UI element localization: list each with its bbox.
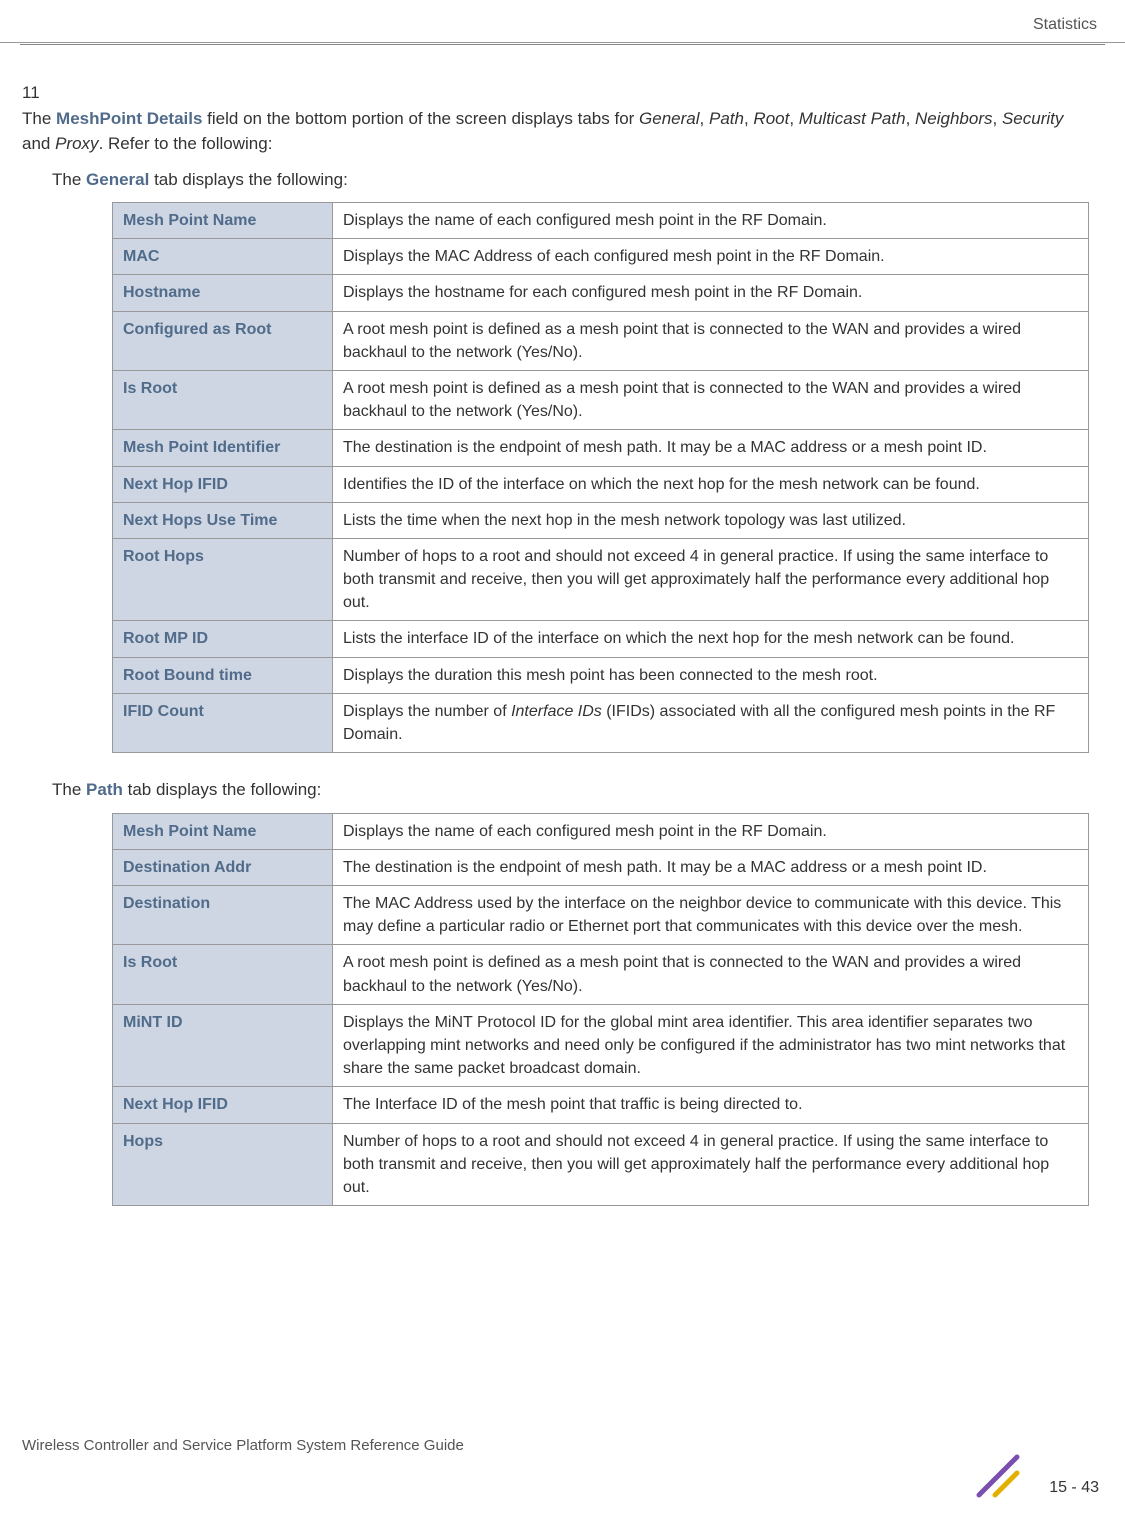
table-row-desc: A root mesh point is defined as a mesh p… — [333, 945, 1089, 1004]
table-row-label: Hops — [113, 1123, 333, 1206]
sep6: and — [22, 134, 55, 153]
table-row: Next Hop IFIDIdentifies the ID of the in… — [113, 466, 1089, 502]
intro-italic-general: General — [639, 109, 699, 128]
table-row-label: IFID Count — [113, 693, 333, 752]
table-row-label: Mesh Point Name — [113, 203, 333, 239]
table-row: HopsNumber of hops to a root and should … — [113, 1123, 1089, 1206]
intro-text-1b: field on the bottom portion of the scree… — [202, 109, 639, 128]
table-row: Is RootA root mesh point is defined as a… — [113, 945, 1089, 1004]
table-row-desc: Displays the name of each configured mes… — [333, 813, 1089, 849]
table-row: Mesh Point NameDisplays the name of each… — [113, 203, 1089, 239]
table-row: Destination AddrThe destination is the e… — [113, 849, 1089, 885]
sep3: , — [789, 109, 798, 128]
intro-italic-multicast: Multicast Path — [799, 109, 906, 128]
intro-text-1a: The — [22, 109, 56, 128]
table-row-desc: Number of hops to a root and should not … — [333, 1123, 1089, 1206]
table-row-desc: Lists the interface ID of the interface … — [333, 621, 1089, 657]
table-row-label: Next Hop IFID — [113, 1087, 333, 1123]
table-row: IFID CountDisplays the number of Interfa… — [113, 693, 1089, 752]
intro-italic-proxy: Proxy — [55, 134, 98, 153]
table-row-label: Root Hops — [113, 538, 333, 621]
intro-text-1c: . Refer to the following: — [99, 134, 273, 153]
intro-italic-security: Security — [1002, 109, 1063, 128]
bold-3: Path — [86, 780, 123, 799]
sep4: , — [906, 109, 915, 128]
text-3a: The — [52, 780, 86, 799]
table-row-label: Hostname — [113, 275, 333, 311]
intro-bold-1: MeshPoint Details — [56, 109, 202, 128]
table-row: HostnameDisplays the hostname for each c… — [113, 275, 1089, 311]
table-row-desc: Displays the MiNT Protocol ID for the gl… — [333, 1004, 1089, 1087]
text-2b: tab displays the following: — [149, 170, 347, 189]
table-row-desc: The MAC Address used by the interface on… — [333, 886, 1089, 945]
path-tab-intro: The Path tab displays the following: — [52, 777, 1103, 803]
list-body: The MeshPoint Details field on the botto… — [22, 106, 1069, 157]
table-row-label: MAC — [113, 239, 333, 275]
footer-logo-icon — [973, 1451, 1023, 1501]
table-row-label: Destination Addr — [113, 849, 333, 885]
sep1: , — [700, 109, 709, 128]
path-table: Mesh Point NameDisplays the name of each… — [112, 813, 1089, 1206]
list-number: 11 — [22, 80, 52, 106]
footer-page-number: 15 - 43 — [1049, 1479, 1099, 1497]
table-row: MACDisplays the MAC Address of each conf… — [113, 239, 1089, 275]
intro-italic-root: Root — [753, 109, 789, 128]
table-row-label: Configured as Root — [113, 311, 333, 370]
table-row: Mesh Point IdentifierThe destination is … — [113, 430, 1089, 466]
desc-part-a: Displays the number of — [343, 703, 511, 720]
table-row-label: Is Root — [113, 370, 333, 429]
table-row-desc: Displays the MAC Address of each configu… — [333, 239, 1089, 275]
table-row-desc: Identifies the ID of the interface on wh… — [333, 466, 1089, 502]
path-table-wrap: Mesh Point NameDisplays the name of each… — [112, 813, 1089, 1206]
general-table: Mesh Point NameDisplays the name of each… — [112, 202, 1089, 753]
sep5: , — [993, 109, 1002, 128]
table-row: DestinationThe MAC Address used by the i… — [113, 886, 1089, 945]
general-table-wrap: Mesh Point NameDisplays the name of each… — [112, 202, 1089, 753]
footer-text: Wireless Controller and Service Platform… — [22, 1437, 464, 1454]
header-divider — [20, 44, 1105, 45]
table-row: MiNT IDDisplays the MiNT Protocol ID for… — [113, 1004, 1089, 1087]
intro-italic-path: Path — [709, 109, 744, 128]
table-row-label: Next Hop IFID — [113, 466, 333, 502]
table-row: Root HopsNumber of hops to a root and sh… — [113, 538, 1089, 621]
sep2: , — [744, 109, 753, 128]
intro-paragraph: 11 The MeshPoint Details field on the bo… — [22, 80, 1103, 157]
intro-italic-neighbors: Neighbors — [915, 109, 993, 128]
table-row: Is RootA root mesh point is defined as a… — [113, 370, 1089, 429]
table-row-label: Root MP ID — [113, 621, 333, 657]
table-row-label: MiNT ID — [113, 1004, 333, 1087]
table-row-label: Is Root — [113, 945, 333, 1004]
table-row-desc: A root mesh point is defined as a mesh p… — [333, 311, 1089, 370]
table-row: Next Hop IFIDThe Interface ID of the mes… — [113, 1087, 1089, 1123]
table-row-desc: Displays the name of each configured mes… — [333, 203, 1089, 239]
table-row-label: Root Bound time — [113, 657, 333, 693]
table-row-label: Next Hops Use Time — [113, 502, 333, 538]
table-row-desc: The destination is the endpoint of mesh … — [333, 430, 1089, 466]
table-row: Configured as RootA root mesh point is d… — [113, 311, 1089, 370]
table-row-desc: Displays the number of Interface IDs (IF… — [333, 693, 1089, 752]
general-tab-intro: The General tab displays the following: — [52, 167, 1103, 193]
page-footer: Wireless Controller and Service Platform… — [22, 1437, 1103, 1497]
table-row: Root Bound timeDisplays the duration thi… — [113, 657, 1089, 693]
header-section-text: Statistics — [1033, 16, 1097, 33]
table-row: Root MP IDLists the interface ID of the … — [113, 621, 1089, 657]
table-row-desc: Lists the time when the next hop in the … — [333, 502, 1089, 538]
text-3b: tab displays the following: — [123, 780, 321, 799]
table-row-desc: Displays the duration this mesh point ha… — [333, 657, 1089, 693]
table-row: Mesh Point NameDisplays the name of each… — [113, 813, 1089, 849]
table-row: Next Hops Use TimeLists the time when th… — [113, 502, 1089, 538]
page-header-section: Statistics — [0, 0, 1125, 43]
table-row-desc: A root mesh point is defined as a mesh p… — [333, 370, 1089, 429]
text-2a: The — [52, 170, 86, 189]
page-content: 11 The MeshPoint Details field on the bo… — [22, 80, 1103, 1230]
table-row-desc: The Interface ID of the mesh point that … — [333, 1087, 1089, 1123]
bold-2: General — [86, 170, 149, 189]
table-row-label: Mesh Point Identifier — [113, 430, 333, 466]
table-row-desc: Number of hops to a root and should not … — [333, 538, 1089, 621]
table-row-label: Destination — [113, 886, 333, 945]
table-row-label: Mesh Point Name — [113, 813, 333, 849]
desc-italic: Interface IDs — [511, 703, 602, 720]
table-row-desc: Displays the hostname for each configure… — [333, 275, 1089, 311]
table-row-desc: The destination is the endpoint of mesh … — [333, 849, 1089, 885]
